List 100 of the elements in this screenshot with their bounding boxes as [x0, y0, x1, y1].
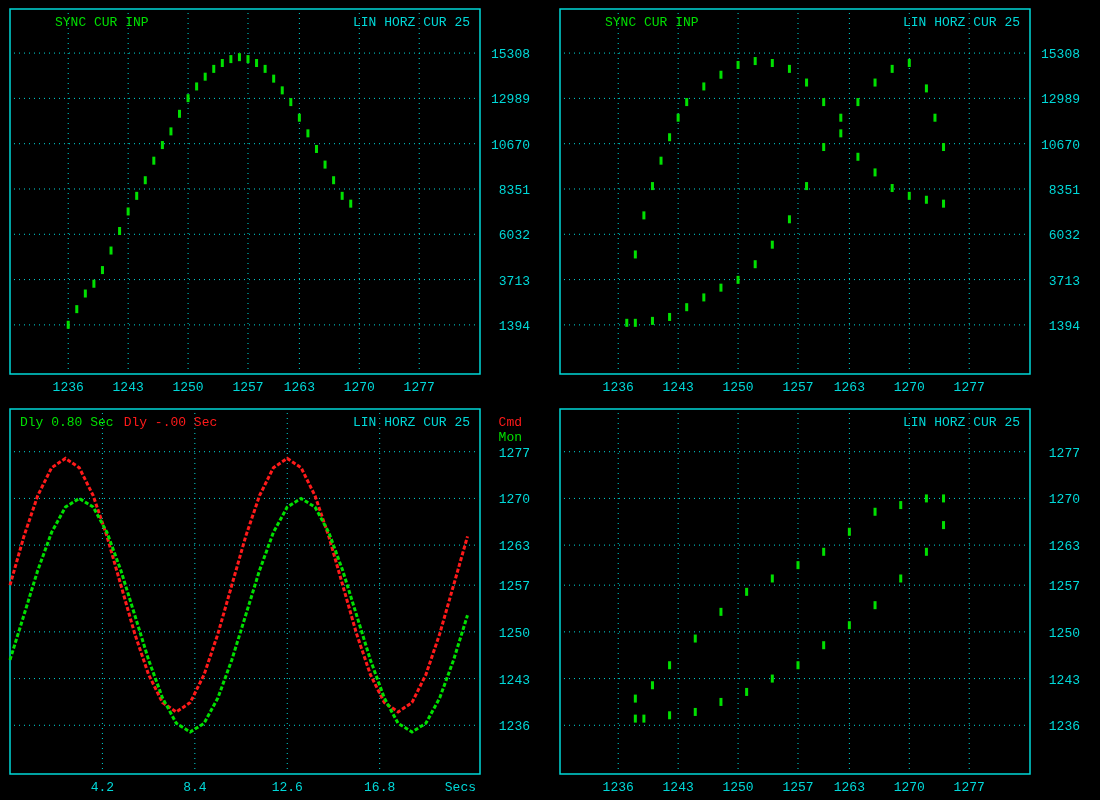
- data-point: [805, 78, 809, 87]
- axis-label: 1277: [953, 380, 985, 395]
- axis-title: Secs: [444, 780, 476, 795]
- data-point: [856, 98, 860, 107]
- data-point: [745, 687, 749, 696]
- data-point: [702, 82, 706, 91]
- data-point: [263, 64, 267, 73]
- data-point: [873, 78, 877, 87]
- axis-label: 8351: [498, 183, 530, 198]
- data-point: [890, 184, 894, 193]
- data-point: [75, 305, 79, 314]
- axis-label: 1243: [1048, 672, 1080, 688]
- axis-label: 1270: [1048, 492, 1080, 508]
- data-point: [805, 182, 809, 191]
- data-point: [942, 521, 946, 530]
- data-point: [736, 275, 740, 284]
- data-point: [787, 215, 791, 224]
- data-point: [685, 303, 689, 312]
- data-point: [822, 98, 826, 107]
- data-point: [890, 64, 894, 73]
- delay-label: SYNC CUR INP: [55, 15, 149, 30]
- data-point: [719, 70, 723, 79]
- data-point: [349, 199, 353, 208]
- axis-label: 4.2: [90, 780, 115, 795]
- data-point: [839, 113, 843, 122]
- data-point: [753, 260, 757, 269]
- axis-label: 1277: [953, 780, 985, 795]
- data-point: [856, 152, 860, 161]
- axis-label: 1263: [833, 780, 865, 795]
- mode-label: LIN HORZ CUR 25: [902, 415, 1020, 430]
- data-point: [272, 74, 276, 83]
- data-point: [280, 86, 284, 95]
- data-point: [719, 283, 723, 292]
- data-point: [822, 143, 826, 151]
- data-point: [942, 494, 946, 503]
- data-point: [770, 240, 774, 249]
- data-point: [924, 494, 928, 503]
- data-point: [933, 113, 937, 122]
- axis-label: 1257: [498, 579, 530, 595]
- data-point: [126, 207, 130, 216]
- data-point: [650, 681, 654, 690]
- data-point: [668, 661, 672, 670]
- legend-label: Cmd: [498, 415, 522, 430]
- data-point: [186, 94, 190, 103]
- axis-label: 12.6: [271, 780, 303, 795]
- data-point: [685, 98, 689, 107]
- data-point: [839, 129, 843, 138]
- axis-label: 15308: [1041, 47, 1080, 63]
- axis-label: 1257: [1048, 579, 1080, 595]
- data-point: [668, 133, 672, 142]
- data-point: [633, 714, 637, 723]
- axis-label: 1394: [498, 318, 530, 334]
- legend-label: Mon: [498, 430, 522, 445]
- axis-label: 1250: [498, 625, 530, 641]
- data-point: [642, 714, 646, 723]
- axis-label: 1263: [498, 539, 530, 555]
- data-point: [787, 64, 791, 73]
- data-point: [178, 109, 181, 118]
- axis-label: 1236: [602, 780, 634, 795]
- delay-label: Dly -.00 Sec: [123, 415, 218, 430]
- data-point: [332, 176, 336, 185]
- axis-label: 1257: [782, 780, 814, 795]
- data-point: [822, 641, 826, 650]
- data-point: [195, 82, 199, 91]
- axis-label: 10670: [1041, 137, 1080, 153]
- axis-label: 1263: [283, 380, 315, 395]
- data-point: [315, 144, 318, 153]
- data-point: [118, 227, 122, 235]
- data-point: [135, 191, 139, 200]
- data-point: [924, 547, 928, 556]
- axis-label: 1243: [498, 672, 530, 688]
- axis-label: 1250: [722, 780, 754, 795]
- data-point: [642, 211, 646, 220]
- data-point: [109, 246, 113, 255]
- data-point: [203, 72, 207, 81]
- axis-label: 6032: [498, 228, 530, 244]
- axis-label: 1394: [1048, 318, 1080, 334]
- axis-label: 12989: [1041, 92, 1080, 108]
- axis-label: 1270: [498, 492, 530, 508]
- data-point: [924, 195, 928, 204]
- data-point: [668, 711, 672, 720]
- data-point: [633, 694, 637, 703]
- data-point: [659, 156, 663, 165]
- axis-label: 1250: [722, 380, 754, 395]
- data-point: [83, 289, 87, 298]
- axis-label: 16.8: [364, 780, 396, 795]
- data-point: [770, 59, 774, 67]
- axis-label: 1236: [602, 380, 634, 395]
- axis-label: 1277: [498, 445, 530, 461]
- data-point: [942, 199, 946, 208]
- data-point: [237, 53, 241, 62]
- data-point: [719, 607, 723, 616]
- data-point: [297, 113, 301, 122]
- data-point: [255, 59, 259, 67]
- axis-label: 1263: [833, 380, 865, 395]
- axis-label: 10670: [491, 137, 530, 153]
- data-point: [676, 113, 680, 122]
- data-point: [340, 191, 344, 200]
- data-point: [633, 250, 637, 259]
- axis-label: 1236: [1048, 719, 1080, 735]
